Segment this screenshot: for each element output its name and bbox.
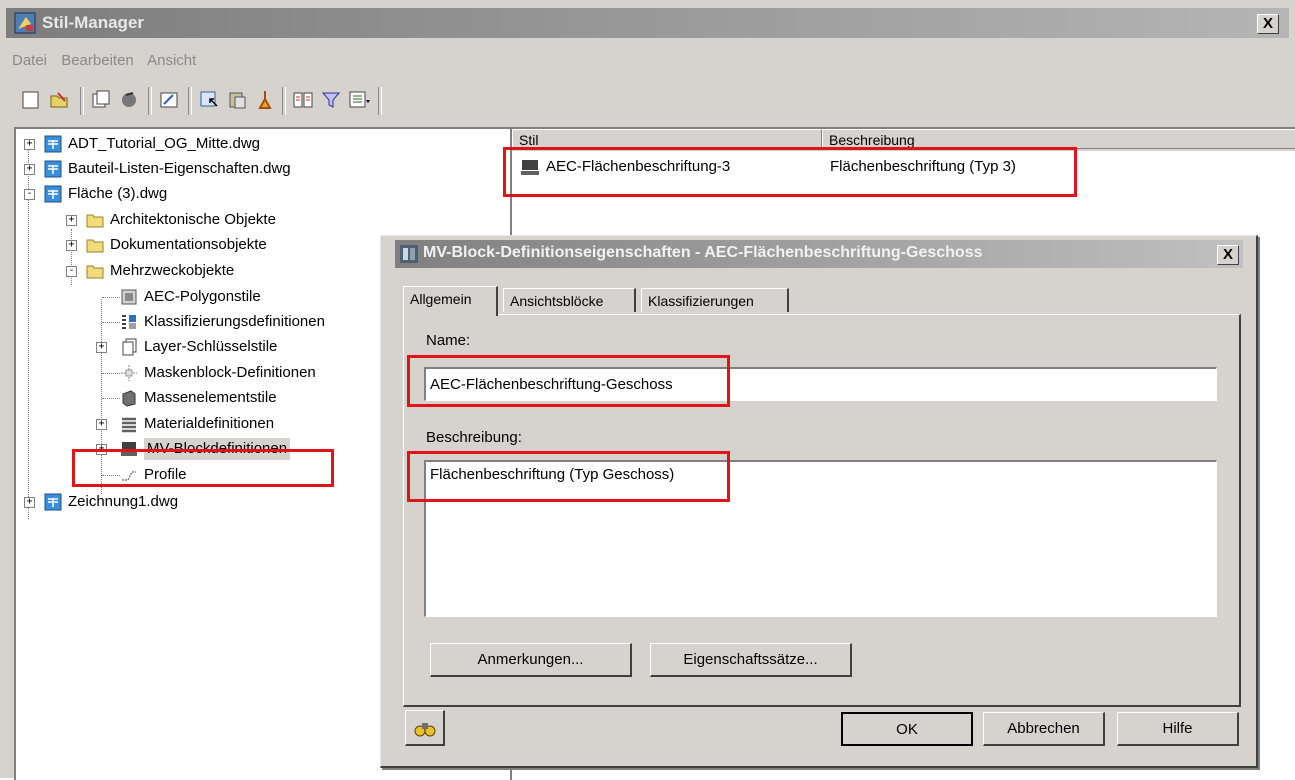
tree-item-label: Massenelementstile bbox=[144, 389, 277, 406]
collapse-icon[interactable]: - bbox=[66, 266, 77, 277]
tree-item-label: Bauteil-Listen-Eigenschaften.dwg bbox=[68, 160, 291, 177]
main-title: Stil-Manager bbox=[42, 13, 145, 32]
name-input[interactable] bbox=[424, 367, 1217, 401]
notes-button[interactable]: Anmerkungen... bbox=[430, 643, 632, 677]
style-manager-icon bbox=[14, 12, 36, 34]
search-button[interactable] bbox=[405, 710, 445, 746]
tab-ansichtsbloecke[interactable]: Ansichtsblöcke bbox=[503, 288, 636, 312]
filter-icon[interactable] bbox=[320, 89, 342, 111]
tree-item-label: Zeichnung1.dwg bbox=[68, 493, 179, 510]
list-cell-description: Flächenbeschriftung (Typ 3) bbox=[830, 158, 1016, 175]
toolbar-separator bbox=[282, 87, 286, 115]
property-sets-button[interactable]: Eigenschaftssätze... bbox=[650, 643, 852, 677]
tree-item-label: ADT_Tutorial_OG_Mitte.dwg bbox=[68, 135, 261, 152]
mv-block-icon bbox=[121, 442, 137, 456]
toolbar-separator bbox=[80, 87, 84, 115]
menu-datei[interactable]: Datei bbox=[12, 52, 47, 69]
tab-klassifizierungen[interactable]: Klassifizierungen bbox=[641, 288, 789, 312]
list-cell-name: AEC-Flächenbeschriftung-3 bbox=[546, 158, 731, 175]
tab-panel-allgemein: Name: Beschreibung: Flächenbeschriftung … bbox=[403, 314, 1241, 707]
ok-button[interactable]: OK bbox=[841, 712, 973, 746]
purge-icon[interactable] bbox=[118, 89, 140, 111]
binoculars-icon bbox=[414, 722, 435, 736]
style-manager-window: Stil-Manager X Datei Bearbeiten Ansicht … bbox=[0, 0, 1295, 780]
drawing-icon bbox=[44, 135, 62, 153]
column-header-stil[interactable]: Stil bbox=[512, 129, 822, 149]
tree-connector bbox=[101, 299, 102, 494]
toolbar bbox=[20, 85, 540, 115]
material-icon bbox=[122, 417, 136, 433]
view-icon[interactable] bbox=[348, 89, 370, 111]
main-titlebar[interactable]: Stil-Manager X bbox=[6, 8, 1289, 38]
polygon-style-icon bbox=[121, 289, 137, 305]
drawing-icon bbox=[44, 185, 62, 203]
dialog-title: MV-Block-Definitionseigenschaften - AEC-… bbox=[423, 244, 983, 261]
menu-ansicht[interactable]: Ansicht bbox=[147, 52, 196, 69]
name-label: Name: bbox=[426, 332, 471, 349]
tree-connector bbox=[102, 322, 120, 323]
folder-open-icon bbox=[86, 265, 104, 279]
set-from-icon[interactable] bbox=[198, 89, 220, 111]
layer-key-icon bbox=[122, 338, 137, 356]
folder-icon bbox=[86, 214, 104, 228]
expand-icon[interactable]: + bbox=[24, 164, 35, 175]
toolbar-separator bbox=[148, 87, 152, 115]
expand-icon[interactable]: + bbox=[66, 215, 77, 226]
column-header-beschreibung[interactable]: Beschreibung bbox=[822, 129, 1295, 149]
tree-item-label: Maskenblock-Definitionen bbox=[144, 364, 316, 381]
menu-bearbeiten[interactable]: Bearbeiten bbox=[61, 52, 134, 69]
tab-allgemein[interactable]: Allgemein bbox=[403, 286, 498, 316]
expand-icon[interactable]: + bbox=[96, 342, 107, 353]
mass-element-icon bbox=[122, 390, 136, 407]
tree-item-label: Dokumentationsobjekte bbox=[110, 236, 267, 253]
tree-item-label: Materialdefinitionen bbox=[144, 415, 275, 432]
help-button[interactable]: Hilfe bbox=[1117, 712, 1239, 746]
expand-icon[interactable]: + bbox=[96, 444, 107, 455]
dialog-icon bbox=[400, 245, 418, 263]
expand-icon[interactable]: + bbox=[24, 497, 35, 508]
tree-item-label: Mehrzweckobjekte bbox=[110, 262, 235, 279]
tree-item-label: Profile bbox=[144, 466, 187, 483]
description-textarea[interactable]: Flächenbeschriftung (Typ Geschoss) bbox=[424, 460, 1217, 617]
description-label: Beschreibung: bbox=[426, 429, 522, 446]
list-header: Stil Beschreibung bbox=[512, 129, 1295, 151]
list-row[interactable]: AEC-Flächenbeschriftung-3 Flächenbeschri… bbox=[512, 155, 1295, 181]
tree-item-label: AEC-Polygonstile bbox=[144, 288, 261, 305]
mask-block-icon bbox=[121, 365, 137, 381]
expand-icon[interactable]: + bbox=[24, 139, 35, 150]
drawing-icon bbox=[44, 493, 62, 511]
mv-block-icon bbox=[521, 160, 539, 175]
properties-icon[interactable] bbox=[158, 89, 180, 111]
mv-block-properties-dialog: MV-Block-Definitionseigenschaften - AEC-… bbox=[380, 235, 1258, 768]
expand-icon[interactable]: + bbox=[66, 240, 77, 251]
close-icon[interactable]: X bbox=[1217, 245, 1239, 265]
menu-bar: Datei Bearbeiten Ansicht bbox=[12, 52, 206, 74]
tree-connector bbox=[102, 297, 120, 298]
tree-item-label: Fläche (3).dwg bbox=[68, 185, 168, 202]
copy-icon[interactable] bbox=[90, 89, 112, 111]
tree-connector bbox=[102, 475, 120, 476]
close-icon[interactable]: X bbox=[1257, 14, 1279, 34]
new-icon[interactable] bbox=[20, 89, 42, 111]
compare-icon[interactable] bbox=[292, 89, 314, 111]
tree-item-label: Layer-Schlüsselstile bbox=[144, 338, 278, 355]
open-icon[interactable] bbox=[48, 89, 70, 111]
collapse-icon[interactable]: - bbox=[24, 189, 35, 200]
tree-item-label: MV-Blockdefinitionen bbox=[144, 438, 291, 460]
tree-item-label: Klassifizierungsdefinitionen bbox=[144, 313, 325, 330]
toolbar-separator bbox=[378, 87, 382, 115]
clean-icon[interactable] bbox=[254, 89, 276, 111]
toolbar-separator bbox=[188, 87, 192, 115]
dialog-titlebar[interactable]: MV-Block-Definitionseigenschaften - AEC-… bbox=[395, 240, 1243, 268]
folder-icon bbox=[86, 239, 104, 253]
tree-item-label: Architektonische Objekte bbox=[110, 211, 276, 228]
paste-icon[interactable] bbox=[226, 89, 248, 111]
tree-connector bbox=[102, 398, 120, 399]
drawing-icon bbox=[44, 160, 62, 178]
tree-connector bbox=[102, 373, 120, 374]
classification-icon bbox=[122, 315, 136, 329]
cancel-button[interactable]: Abbrechen bbox=[983, 712, 1105, 746]
expand-icon[interactable]: + bbox=[96, 419, 107, 430]
profile-icon bbox=[122, 471, 136, 481]
